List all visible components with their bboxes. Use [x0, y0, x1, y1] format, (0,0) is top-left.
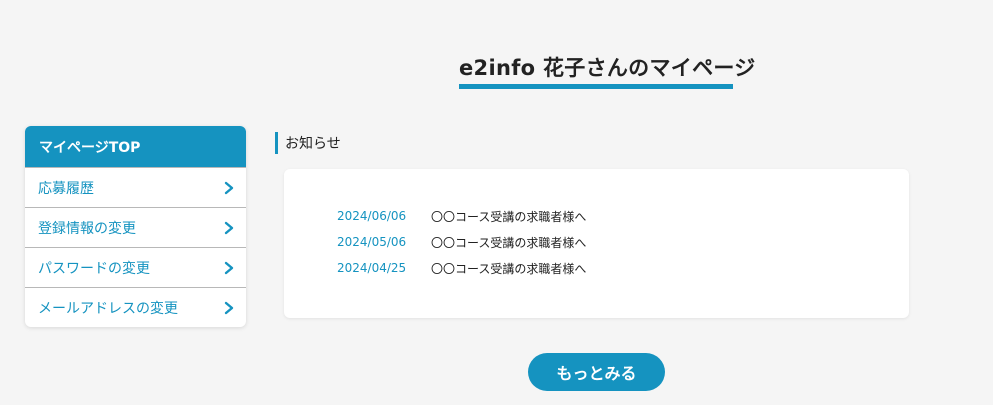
- chevron-right-icon: [224, 181, 234, 194]
- notice-card: 2024/06/06 〇〇コース受講の求職者様へ 2024/05/06 〇〇コー…: [284, 169, 909, 318]
- notice-heading-label: お知らせ: [285, 136, 341, 152]
- chevron-right-icon: [224, 221, 234, 234]
- notice-date: 2024/04/25: [337, 261, 407, 275]
- sidebar-item-label: 応募履歴: [38, 180, 94, 197]
- sidebar-item-mypage-top[interactable]: マイページTOP: [25, 126, 246, 167]
- chevron-right-icon: [224, 261, 234, 274]
- more-button[interactable]: もっとみる: [528, 353, 665, 391]
- notice-title[interactable]: 〇〇コース受講の求職者様へ: [431, 260, 586, 277]
- sidebar-item-edit-registration[interactable]: 登録情報の変更: [25, 207, 246, 247]
- sidebar-item-change-password[interactable]: パスワードの変更: [25, 247, 246, 287]
- sidebar-item-change-email[interactable]: メールアドレスの変更: [25, 287, 246, 327]
- sidebar-top-label: マイページTOP: [39, 139, 141, 156]
- notice-list: 2024/06/06 〇〇コース受講の求職者様へ 2024/05/06 〇〇コー…: [337, 203, 586, 281]
- notice-date: 2024/05/06: [337, 235, 407, 249]
- notice-item[interactable]: 2024/04/25 〇〇コース受講の求職者様へ: [337, 255, 586, 281]
- mypage: e2info 花子さんのマイページ マイページTOP 応募履歴 登録情報の変更 …: [0, 0, 993, 405]
- notice-title[interactable]: 〇〇コース受講の求職者様へ: [431, 234, 586, 251]
- heading-accent-bar: [275, 132, 278, 154]
- chevron-right-icon: [224, 301, 234, 314]
- notice-title[interactable]: 〇〇コース受講の求職者様へ: [431, 208, 586, 225]
- sidebar-item-label: 登録情報の変更: [38, 220, 136, 237]
- title-underline: [459, 84, 733, 89]
- notice-date: 2024/06/06: [337, 209, 407, 223]
- sidebar-item-label: メールアドレスの変更: [38, 300, 178, 317]
- sidebar-item-label: パスワードの変更: [38, 260, 150, 277]
- notice-item[interactable]: 2024/05/06 〇〇コース受講の求職者様へ: [337, 229, 586, 255]
- notice-item[interactable]: 2024/06/06 〇〇コース受講の求職者様へ: [337, 203, 586, 229]
- sidebar-item-application-history[interactable]: 応募履歴: [25, 167, 246, 207]
- sidebar-menu: マイページTOP 応募履歴 登録情報の変更 パスワードの変更 メールアドレスの変…: [25, 126, 246, 327]
- notice-heading: お知らせ: [275, 132, 341, 154]
- page-title: e2info 花子さんのマイページ: [459, 56, 756, 80]
